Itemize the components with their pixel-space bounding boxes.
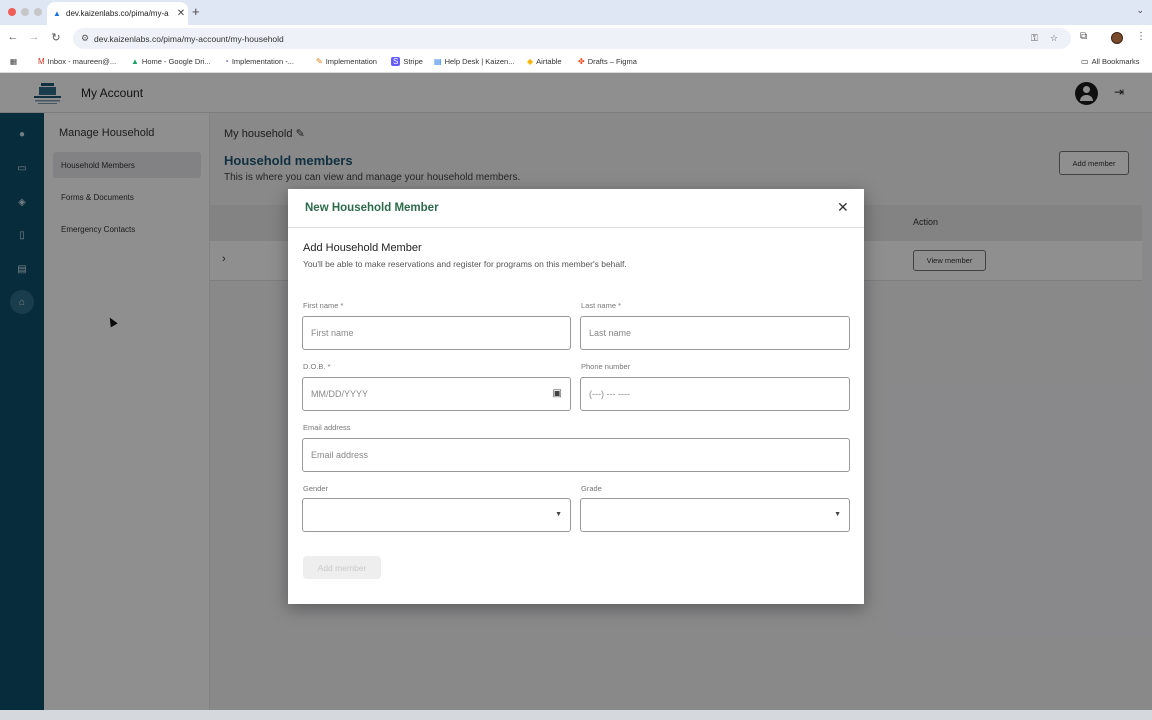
bookmark-implementation-1[interactable]: ◔ Implementation -...	[224, 57, 294, 66]
help-desk-icon: ▤	[434, 57, 442, 66]
dob-field[interactable]: MM/DD/YYYY ▣	[302, 377, 571, 411]
implementation-pen-icon: ✎	[316, 57, 323, 66]
gender-select[interactable]: ▼	[302, 498, 571, 532]
reload-icon[interactable]: ↻	[49, 31, 63, 44]
dialog-title: New Household Member	[305, 202, 439, 214]
phone-field[interactable]: (---) --- ----	[580, 377, 850, 411]
bookmark-stripe[interactable]: S Stripe	[391, 57, 423, 66]
drive-icon: ▲	[131, 57, 139, 66]
bookmarks-bar: ▦ M Inbox - maureen@... ▲ Home - Google Dr…	[0, 52, 1152, 73]
apps-grid-icon[interactable]: ▦	[10, 57, 17, 66]
site-info-icon[interactable]: ⚙	[81, 33, 89, 44]
grade-select[interactable]: ▼	[580, 498, 850, 532]
tab-search-chevron-icon[interactable]: ⌄	[1136, 5, 1144, 16]
last-name-label: Last name *	[581, 301, 622, 310]
bookmark-help-desk[interactable]: ▤ Help Desk | Kaizen...	[434, 57, 514, 66]
gender-label: Gender	[303, 484, 329, 493]
email-field[interactable]: Email address	[302, 438, 850, 472]
password-key-icon[interactable]: ⚿	[1031, 33, 1038, 44]
email-placeholder: Email address	[311, 450, 369, 460]
first-name-field[interactable]: First name	[302, 316, 571, 350]
bookmark-airtable[interactable]: ◆ Airtable	[527, 57, 562, 66]
first-name-placeholder: First name	[311, 328, 354, 338]
address-bar[interactable]: ⚙ dev.kaizenlabs.co/pima/my-account/my-h…	[73, 28, 1071, 49]
profile-avatar[interactable]	[1111, 32, 1123, 44]
form-heading: Add Household Member	[303, 242, 422, 254]
figma-icon: ✤	[578, 57, 585, 66]
last-name-placeholder: Last name	[589, 328, 632, 338]
tab-title: dev.kaizenlabs.co/pima/my-a	[66, 9, 169, 18]
bookmark-implementation-2[interactable]: ✎ Implementation	[316, 57, 377, 66]
implementation-icon: ◔	[224, 57, 229, 66]
extensions-puzzle-icon[interactable]: ⧉	[1080, 31, 1087, 42]
submit-add-member-button[interactable]: Add member	[303, 556, 381, 579]
phone-label: Phone number	[581, 362, 631, 371]
dialog-header: New Household Member ✕	[288, 189, 864, 228]
bookmark-google-drive[interactable]: ▲ Home - Google Dri...	[131, 57, 211, 66]
forward-icon[interactable]: →	[27, 31, 41, 43]
window-bottom-edge	[0, 710, 1152, 720]
form-description: You'll be able to make reservations and …	[303, 259, 627, 269]
email-label: Email address	[303, 423, 351, 432]
back-icon[interactable]: ←	[6, 31, 20, 43]
chevron-down-icon[interactable]: ▼	[834, 511, 841, 518]
phone-placeholder: (---) --- ----	[589, 389, 630, 399]
first-name-label: First name *	[303, 301, 344, 310]
grade-label: Grade	[581, 484, 602, 493]
address-bar-url: dev.kaizenlabs.co/pima/my-account/my-hou…	[94, 33, 284, 44]
all-bookmarks[interactable]: ▭ All Bookmarks	[1081, 57, 1140, 66]
airtable-icon: ◆	[527, 57, 534, 66]
chevron-down-icon[interactable]: ▼	[555, 511, 562, 518]
close-icon[interactable]: ✕	[837, 200, 849, 214]
browser-menu-icon[interactable]: ⋮	[1136, 31, 1146, 42]
dob-placeholder: MM/DD/YYYY	[311, 389, 369, 399]
folder-icon: ▭	[1081, 57, 1089, 66]
stripe-icon: S	[391, 57, 401, 66]
gmail-icon: M	[38, 57, 45, 66]
browser-toolbar: ← → ↻ ⚙ dev.kaizenlabs.co/pima/my-accoun…	[0, 25, 1152, 52]
bookmark-inbox[interactable]: M Inbox - maureen@...	[38, 57, 116, 66]
dob-label: D.O.B. *	[303, 362, 331, 371]
bookmark-figma[interactable]: ✤ Drafts – Figma	[578, 57, 637, 66]
browser-tabstrip: ▲ dev.kaizenlabs.co/pima/my-a ✕ + ⌄	[0, 0, 1152, 25]
new-household-member-dialog: New Household Member ✕ Add Household Mem…	[288, 189, 864, 604]
minimize-window-button[interactable]	[21, 8, 29, 16]
bookmark-star-icon[interactable]: ☆	[1050, 33, 1058, 44]
maximize-window-button[interactable]	[34, 8, 42, 16]
calendar-icon[interactable]: ▣	[553, 388, 562, 399]
close-window-button[interactable]	[8, 8, 16, 16]
last-name-field[interactable]: Last name	[580, 316, 850, 350]
new-tab-icon[interactable]: +	[192, 4, 200, 19]
browser-tab[interactable]: ▲ dev.kaizenlabs.co/pima/my-a ✕	[47, 2, 188, 25]
close-tab-icon[interactable]: ✕	[174, 8, 188, 19]
site-favicon-icon: ▲	[53, 9, 61, 18]
